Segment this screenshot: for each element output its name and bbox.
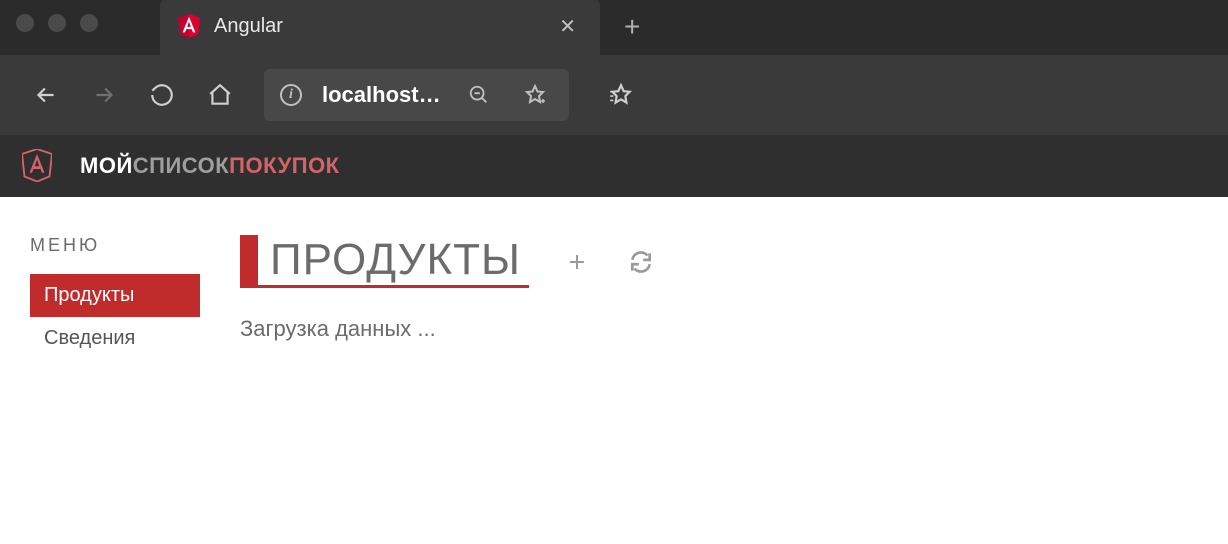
page-title-block: ПРОДУКТЫ bbox=[240, 235, 529, 288]
address-text: localhost… bbox=[322, 82, 441, 108]
browser-chrome: Angular ✕ + i localhost… bbox=[0, 0, 1228, 135]
page-header: ПРОДУКТЫ bbox=[240, 235, 1198, 288]
close-tab-icon[interactable]: ✕ bbox=[553, 12, 582, 41]
window-minimize-dot[interactable] bbox=[48, 14, 66, 32]
browser-toolbar: i localhost… bbox=[0, 55, 1228, 135]
browser-tab[interactable]: Angular ✕ bbox=[160, 0, 600, 55]
collections-icon[interactable] bbox=[599, 73, 643, 117]
window-close-dot[interactable] bbox=[16, 14, 34, 32]
favorite-icon[interactable] bbox=[517, 77, 553, 113]
sidebar: МЕНЮ Продукты Сведения bbox=[30, 235, 200, 360]
add-button[interactable] bbox=[561, 246, 593, 278]
zoom-out-icon[interactable] bbox=[461, 77, 497, 113]
menu-label: МЕНЮ bbox=[30, 235, 200, 256]
tab-title: Angular bbox=[214, 15, 539, 38]
home-button[interactable] bbox=[198, 73, 242, 117]
app-logo-icon bbox=[22, 149, 52, 183]
back-button[interactable] bbox=[24, 73, 68, 117]
new-tab-button[interactable]: + bbox=[600, 11, 664, 43]
page-content: МЕНЮ Продукты Сведения ПРОДУКТЫ Загрузка… bbox=[0, 197, 1228, 398]
site-info-icon[interactable]: i bbox=[280, 84, 302, 106]
angular-icon bbox=[178, 14, 200, 40]
tab-bar: Angular ✕ + bbox=[0, 0, 1228, 55]
refresh-data-button[interactable] bbox=[625, 246, 657, 278]
sidebar-item-products[interactable]: Продукты bbox=[30, 274, 200, 317]
title-accent-bar bbox=[240, 235, 258, 285]
window-maximize-dot[interactable] bbox=[80, 14, 98, 32]
app-header: МОЙСПИСОКПОКУПОК bbox=[0, 135, 1228, 197]
loading-text: Загрузка данных ... bbox=[240, 316, 1198, 342]
app-title-part3: ПОКУПОК bbox=[229, 153, 339, 178]
main-content: ПРОДУКТЫ Загрузка данных ... bbox=[240, 235, 1198, 360]
app-title: МОЙСПИСОКПОКУПОК bbox=[80, 153, 340, 179]
refresh-button[interactable] bbox=[140, 73, 184, 117]
sidebar-item-info[interactable]: Сведения bbox=[30, 317, 200, 360]
page-title: ПРОДУКТЫ bbox=[258, 235, 529, 285]
app-title-part2: СПИСОК bbox=[133, 153, 229, 178]
address-bar[interactable]: i localhost… bbox=[264, 69, 569, 121]
app-title-part1: МОЙ bbox=[80, 153, 133, 178]
forward-button[interactable] bbox=[82, 73, 126, 117]
